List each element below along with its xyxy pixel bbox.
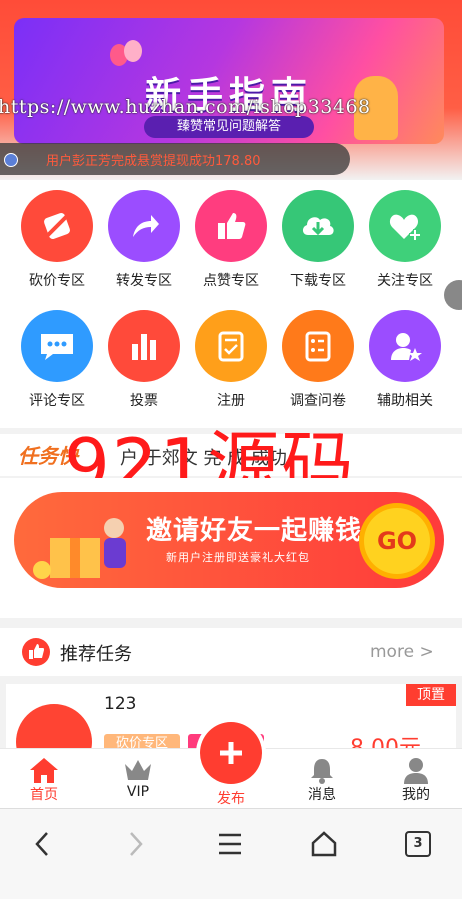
user-star-icon (369, 310, 441, 382)
plus-icon (220, 742, 242, 764)
category-item-download[interactable]: 下载专区 (274, 190, 362, 290)
bell-icon (292, 756, 352, 784)
tabs-count: 3 (405, 831, 431, 857)
ticker-dot-icon (4, 153, 18, 167)
survey-list-icon (282, 310, 354, 382)
tab-vip[interactable]: VIP (108, 756, 168, 800)
category-label: 辅助相关 (377, 393, 433, 409)
publish-button[interactable] (200, 722, 262, 784)
form-check-icon (195, 310, 267, 382)
category-item-assist[interactable]: 辅助相关 (361, 310, 449, 410)
pinned-badge: 顶置 (406, 684, 456, 706)
category-label: 关注专区 (377, 273, 433, 289)
forward-icon[interactable] (116, 828, 156, 860)
tab-mine[interactable]: 我的 (386, 756, 446, 804)
category-item-comment[interactable]: 评论专区 (13, 310, 101, 410)
more-link[interactable]: more > (370, 642, 434, 662)
category-item-register[interactable]: 注册 (187, 310, 275, 410)
heart-plus-icon (369, 190, 441, 262)
tab-label: 消息 (308, 787, 336, 803)
watermark-url: https://www.huzhan.com/ishop33468 (0, 96, 371, 118)
tabs-count-button[interactable]: 3 (398, 828, 438, 860)
tab-messages[interactable]: 消息 (292, 756, 352, 804)
cloud-download-icon (282, 190, 354, 262)
bar-chart-icon (108, 310, 180, 382)
category-label: 点赞专区 (203, 273, 259, 289)
category-item-survey[interactable]: 调查问卷 (274, 310, 362, 410)
publish-label: 发布 (217, 791, 245, 807)
home-icon (14, 756, 74, 784)
share-arrow-icon (108, 190, 180, 262)
category-item-like[interactable]: 点赞专区 (187, 190, 275, 290)
tab-label: VIP (126, 784, 150, 800)
category-item-share[interactable]: 转发专区 (100, 190, 188, 290)
tab-home[interactable]: 首页 (14, 756, 74, 804)
gift-box-illustration (30, 508, 140, 582)
invite-title: 邀请好友一起赚钱 (146, 516, 363, 546)
category-label: 砍价专区 (29, 273, 85, 289)
task-card-name: 123 (104, 694, 137, 714)
category-item-follow[interactable]: 关注专区 (361, 190, 449, 290)
crown-icon (108, 756, 168, 784)
thumbs-up-icon (195, 190, 267, 262)
recommend-title: 推荐任务 (60, 644, 132, 665)
banner-subtitle: 臻赞常见问题解答 (144, 116, 314, 138)
category-label: 下载专区 (290, 273, 346, 289)
back-icon[interactable] (22, 828, 62, 860)
tab-label: 我的 (402, 787, 430, 803)
ticker-text: 用户彭正芳完成悬赏提现成功178.80 (46, 154, 261, 169)
chat-bubble-icon (21, 310, 93, 382)
thumbs-up-icon (22, 638, 50, 666)
category-label: 转发专区 (116, 273, 172, 289)
balloon-icon (124, 40, 142, 62)
home-page-icon[interactable] (304, 828, 344, 860)
menu-icon[interactable] (210, 828, 250, 860)
category-item-vote[interactable]: 投票 (100, 310, 188, 410)
announcement-ticker: 用户彭正芳完成悬赏提现成功178.80 (0, 143, 350, 175)
invite-subtitle: 新用户注册即送豪礼大红包 (166, 551, 310, 564)
category-item-bargain[interactable]: 砍价专区 (13, 190, 101, 290)
user-icon (386, 756, 446, 784)
go-button[interactable]: GO (364, 508, 430, 574)
guide-banner[interactable]: 新手指南 臻赞常见问题解答 (14, 18, 444, 144)
bargain-tag-icon (21, 190, 93, 262)
tab-label: 首页 (30, 787, 58, 803)
